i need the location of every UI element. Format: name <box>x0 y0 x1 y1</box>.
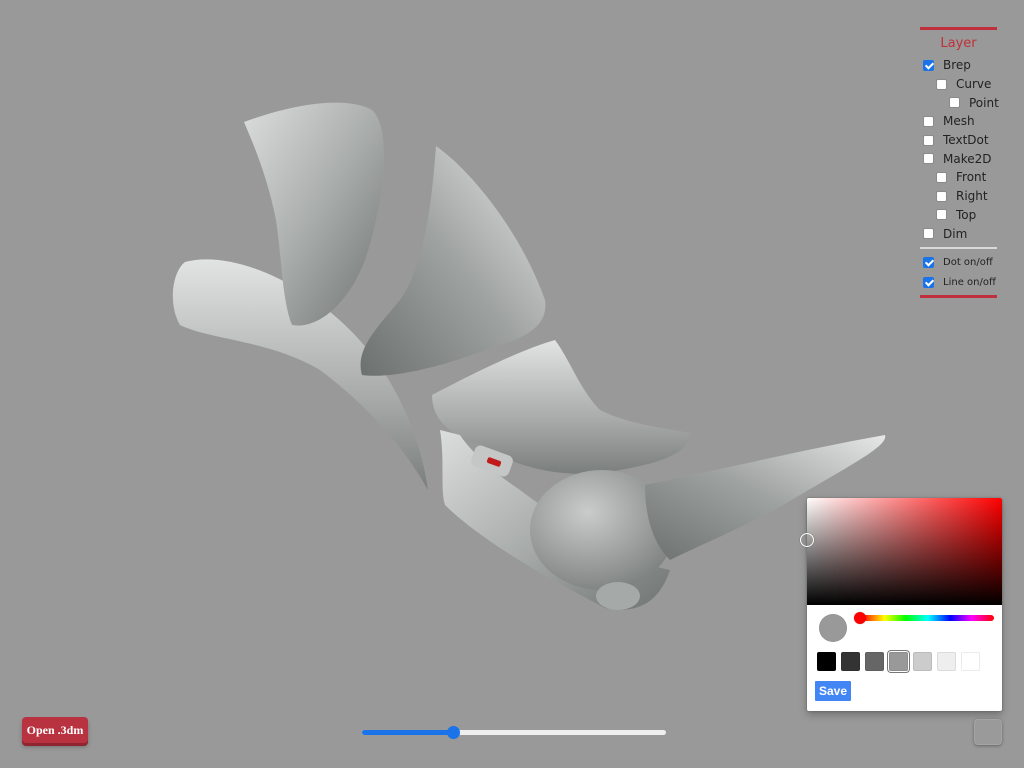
open-3dm-button[interactable]: Open .3dm <box>22 717 88 743</box>
panel-divider <box>920 246 997 249</box>
viewport-slider[interactable] <box>362 726 666 739</box>
color-swatch[interactable] <box>913 652 932 671</box>
checkbox[interactable] <box>923 59 934 71</box>
layer-item-label: Dim <box>943 226 968 241</box>
layer-item-label: Right <box>956 189 988 204</box>
checkbox[interactable] <box>923 228 934 240</box>
checkbox[interactable] <box>923 115 934 127</box>
corner-button[interactable] <box>974 719 1002 745</box>
panel-bottom-divider <box>920 294 997 298</box>
hue-slider[interactable] <box>862 615 994 621</box>
checkbox[interactable] <box>936 190 947 202</box>
layer-item-top[interactable]: Top <box>920 206 997 225</box>
saturation-area[interactable] <box>800 498 1002 605</box>
layer-item-label: Point <box>969 95 999 110</box>
toggle-item-dot-on-off[interactable]: Dot on/off <box>920 253 997 273</box>
color-swatch[interactable] <box>865 652 884 671</box>
layer-item-label: Top <box>956 207 977 222</box>
checkbox[interactable] <box>923 153 934 165</box>
layer-item-right[interactable]: Right <box>920 187 997 206</box>
layer-item-brep[interactable]: Brep <box>920 56 997 75</box>
layer-item-label: Mesh <box>943 114 975 129</box>
layer-item-label: TextDot <box>943 133 989 148</box>
layer-item-label: Make2D <box>943 151 992 166</box>
layer-item-label: Brep <box>943 58 971 73</box>
layer-panel: Layer Brep Curve Point Mesh TextDot Make2D Fro… <box>920 27 999 298</box>
layer-item-textdot[interactable]: TextDot <box>920 131 997 150</box>
checkbox[interactable] <box>923 257 934 269</box>
model-ear-right <box>360 146 546 376</box>
layer-item-dim[interactable]: Dim <box>920 224 997 243</box>
model-nose <box>596 582 640 610</box>
hue-handle[interactable] <box>854 612 866 624</box>
swatch-row <box>817 652 980 671</box>
layer-list: Brep Curve Point Mesh TextDot Make2D Front Righ… <box>920 56 999 243</box>
slider-fill <box>362 730 454 735</box>
toggle-item-line-on-off[interactable]: Line on/off <box>920 273 997 293</box>
checkbox[interactable] <box>949 97 960 109</box>
color-swatch[interactable] <box>937 652 956 671</box>
layer-item-point[interactable]: Point <box>920 93 999 112</box>
layer-item-mesh[interactable]: Mesh <box>920 112 997 131</box>
layer-item-curve[interactable]: Curve <box>920 75 997 94</box>
panel-top-divider <box>920 27 997 30</box>
saturation-handle[interactable] <box>800 533 814 547</box>
layer-item-make2d[interactable]: Make2D <box>920 149 997 168</box>
color-swatch[interactable] <box>889 652 908 671</box>
checkbox[interactable] <box>923 277 934 289</box>
checkbox[interactable] <box>923 134 934 146</box>
layer-item-label: Front <box>956 170 987 185</box>
toggle-list: Dot on/off Line on/off <box>920 253 997 293</box>
checkbox[interactable] <box>936 171 947 183</box>
save-button[interactable]: Save <box>815 681 851 701</box>
color-picker: Save <box>800 498 1002 711</box>
toggle-item-label: Dot on/off <box>943 257 993 269</box>
color-preview <box>819 614 847 642</box>
checkbox[interactable] <box>936 209 947 221</box>
layer-item-front[interactable]: Front <box>920 168 997 187</box>
color-swatch[interactable] <box>841 652 860 671</box>
color-swatch[interactable] <box>961 652 980 671</box>
toggle-item-label: Line on/off <box>943 277 996 289</box>
color-swatch[interactable] <box>817 652 836 671</box>
layer-panel-title: Layer <box>940 36 977 51</box>
checkbox[interactable] <box>936 78 947 90</box>
layer-item-label: Curve <box>956 77 992 92</box>
